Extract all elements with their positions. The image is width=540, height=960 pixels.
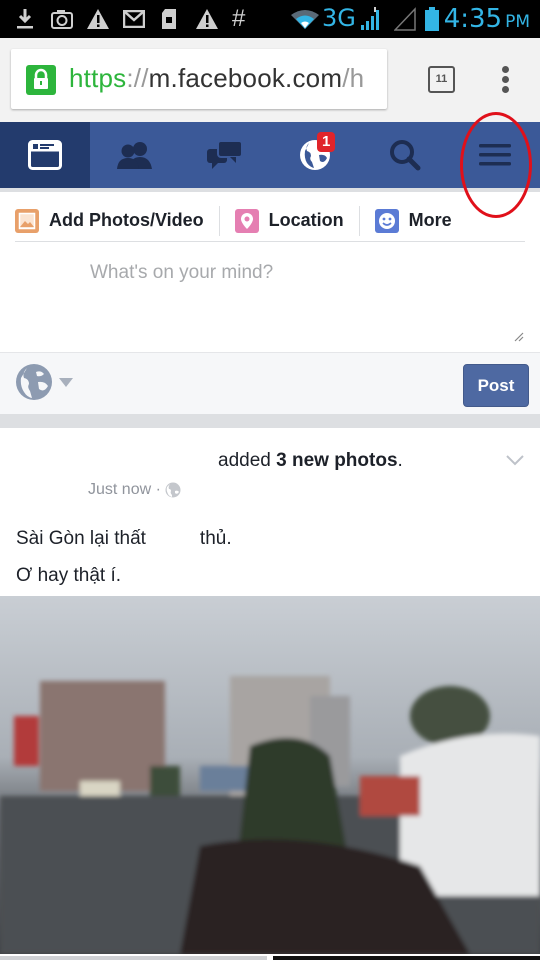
photo-thumbnails (0, 954, 540, 960)
caret-down-icon (59, 378, 73, 387)
post-button[interactable]: Post (463, 364, 529, 407)
globe-icon (16, 364, 52, 400)
url-path: /h (342, 63, 365, 93)
story-timestamp[interactable]: Just now (88, 481, 151, 499)
story-header: added 3 new photos. (218, 450, 403, 472)
lock-icon (26, 65, 56, 95)
divider (358, 205, 360, 236)
public-globe-icon (165, 482, 181, 498)
chevron-down-icon[interactable] (506, 454, 524, 466)
story-message: Sài Gòn lại thất thủ. Ơ hay thật í. (16, 520, 232, 594)
clock: 4:35 PM (444, 4, 530, 34)
friends-icon (117, 142, 152, 169)
gmail-icon (123, 6, 145, 32)
location-button[interactable]: Location (234, 205, 344, 237)
news-feed-icon (28, 140, 62, 170)
signal-icon (360, 6, 382, 32)
nav-search[interactable] (360, 122, 450, 188)
photo-thumbnail[interactable] (0, 956, 267, 960)
network-type: 3G (322, 4, 356, 32)
add-photos-video-label: Add Photos/Video (49, 210, 204, 230)
photo-icon (15, 208, 39, 233)
story-photo[interactable] (0, 596, 540, 954)
camera-icon (50, 6, 74, 32)
story-meta: Just now · (88, 481, 181, 499)
warning-icon (86, 6, 110, 32)
nav-menu[interactable] (450, 122, 540, 188)
story-text-line: Ơ hay thật í. (16, 565, 122, 586)
section-divider (0, 414, 540, 428)
status-input[interactable]: What's on your mind? (90, 262, 273, 284)
clock-ampm: PM (505, 12, 530, 32)
clock-time: 4:35 (443, 4, 503, 34)
no-signal-icon (394, 6, 416, 32)
download-icon (16, 6, 34, 32)
resize-handle-icon[interactable] (512, 330, 524, 342)
facebook-nav-bar: 1 (0, 122, 540, 188)
tab-switcher-button[interactable]: 11 (428, 66, 455, 93)
composer-footer: Post (0, 352, 540, 414)
story-text-part: Sài Gòn lại thất (16, 528, 146, 549)
url-text[interactable]: https://m.facebook.com/h (69, 63, 364, 94)
meta-separator: · (151, 481, 166, 498)
story-action-text: added (218, 450, 277, 471)
story-text-part: thủ. (199, 528, 232, 549)
sd-card-icon (161, 6, 177, 32)
status-composer: Add Photos/Video Location More What's on… (0, 192, 540, 352)
smiley-icon (374, 208, 399, 233)
feed-story: added 3 new photos. Just now · Sài Gòn l… (0, 428, 540, 960)
notification-badge: 1 (317, 132, 336, 152)
wifi-icon (290, 6, 320, 32)
photo-thumbnail[interactable] (273, 956, 540, 960)
nav-friend-requests[interactable] (90, 122, 180, 188)
url-host: m.facebook.com (148, 63, 343, 93)
dot-icon (501, 66, 509, 73)
warning-icon (195, 6, 219, 32)
battery-icon (425, 6, 439, 32)
story-photos-link[interactable]: 3 new photos (276, 450, 397, 471)
add-photos-video-button[interactable]: Add Photos/Video (15, 205, 204, 237)
nav-news-feed[interactable] (0, 122, 90, 188)
hamburger-menu-icon (479, 144, 511, 166)
browser-menu-button[interactable] (495, 66, 515, 96)
more-button[interactable]: More (374, 205, 452, 237)
nav-messages[interactable] (180, 122, 270, 188)
story-punctuation: . (397, 450, 403, 471)
divider (218, 205, 220, 236)
dot-icon (501, 86, 509, 93)
nav-notifications[interactable]: 1 (270, 122, 360, 188)
more-label: More (408, 210, 452, 230)
location-label: Location (268, 210, 344, 230)
url-scheme: https (69, 63, 127, 93)
hash-icon: # (232, 5, 246, 32)
search-icon (390, 140, 421, 171)
privacy-selector[interactable] (15, 363, 74, 401)
story-text-line: Sài Gòn lại thất thủ. (16, 520, 232, 557)
dot-icon (501, 76, 509, 83)
url-bar[interactable]: https://m.facebook.com/h (11, 49, 387, 109)
browser-toolbar: https://m.facebook.com/h 11 (0, 38, 540, 122)
url-separator: :// (126, 63, 149, 93)
location-pin-icon (234, 208, 259, 233)
messages-icon (207, 140, 243, 169)
composer-actions: Add Photos/Video Location More (15, 200, 525, 242)
status-bar: # 3G 4:35 PM (0, 0, 540, 38)
